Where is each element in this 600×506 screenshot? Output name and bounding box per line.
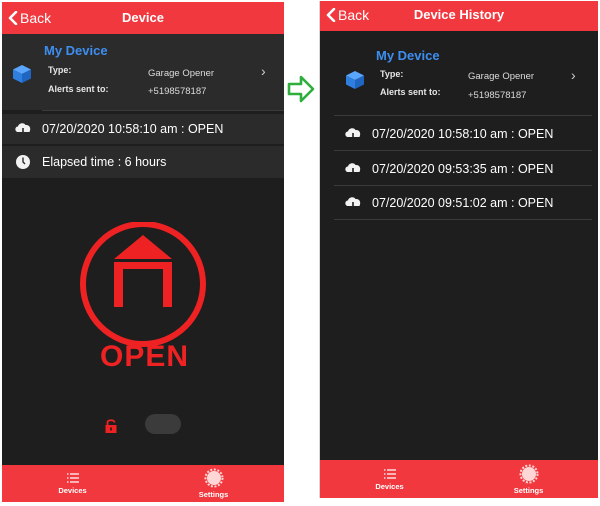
- type-value: Garage Opener: [468, 71, 535, 82]
- device-screen: Back Device My Device Type: Alerts sent …: [2, 2, 284, 502]
- tab-settings[interactable]: Settings: [459, 460, 598, 498]
- last-event-text: 07/20/2020 10:58:10 am : OPEN: [42, 122, 224, 136]
- elapsed-row: Elapsed time : 6 hours: [2, 146, 284, 178]
- divider: [334, 115, 592, 116]
- gear-icon: [204, 468, 223, 488]
- tab-settings-label: Settings: [513, 485, 544, 495]
- lock-toggle[interactable]: [145, 414, 181, 434]
- tab-settings[interactable]: Settings: [143, 465, 284, 502]
- page-title: Device: [122, 10, 164, 25]
- last-event-row[interactable]: 07/20/2020 10:58:10 am : OPEN: [2, 114, 284, 144]
- cloud-download-icon: [342, 195, 364, 211]
- bottom-nav: Devices Settings: [320, 460, 598, 498]
- alerts-value: +5198578187: [148, 86, 207, 97]
- divider: [42, 110, 284, 111]
- alerts-label: Alerts sent to:: [48, 84, 109, 94]
- history-entry-text: 07/20/2020 10:58:10 am : OPEN: [372, 126, 554, 141]
- list-item[interactable]: 07/20/2020 09:53:35 am : OPEN: [320, 152, 598, 185]
- type-value: Garage Opener: [148, 68, 215, 79]
- lock-icon: [105, 419, 117, 433]
- device-name: My Device: [376, 48, 440, 63]
- cube-icon: [13, 65, 31, 83]
- status-text: OPEN: [100, 340, 190, 373]
- list-icon: [66, 473, 79, 483]
- elapsed-text: Elapsed time : 6 hours: [42, 155, 167, 169]
- bottom-nav: Devices Settings: [2, 465, 284, 502]
- tab-settings-label: Settings: [198, 490, 229, 499]
- garage-open-icon: [80, 222, 206, 347]
- list-item[interactable]: 07/20/2020 10:58:10 am : OPEN: [320, 117, 598, 150]
- chevron-right-icon: ›: [571, 67, 576, 83]
- chevron-right-icon: ›: [261, 63, 266, 79]
- device-name: My Device: [44, 43, 108, 58]
- top-bar: Back Device History: [320, 1, 598, 31]
- device-card[interactable]: My Device Type: Alerts sent to: Garage O…: [320, 31, 598, 115]
- type-label: Type:: [380, 69, 404, 79]
- tab-devices-label: Devices: [58, 486, 87, 495]
- history-entry-text: 07/20/2020 09:53:35 am : OPEN: [372, 161, 554, 176]
- history-entry-text: 07/20/2020 09:51:02 am : OPEN: [372, 195, 554, 210]
- alerts-label: Alerts sent to:: [380, 87, 441, 97]
- cloud-download-icon: [12, 121, 34, 137]
- top-bar: Back Device: [2, 2, 284, 34]
- tab-devices[interactable]: Devices: [2, 465, 143, 502]
- alerts-value: +5198578187: [468, 90, 527, 101]
- device-history-screen: Back Device History My Device Type: Aler…: [319, 1, 598, 498]
- transition-arrow-icon: [287, 75, 315, 103]
- clock-icon: [12, 154, 34, 170]
- cloud-download-icon: [342, 126, 364, 142]
- gear-icon: [519, 464, 538, 483]
- cloud-download-icon: [342, 161, 364, 177]
- list-item[interactable]: 07/20/2020 09:51:02 am : OPEN: [320, 186, 598, 219]
- divider: [334, 150, 592, 151]
- page-title: Device History: [413, 7, 505, 22]
- divider: [334, 219, 592, 220]
- list-icon: [383, 468, 396, 479]
- tab-devices[interactable]: Devices: [320, 460, 459, 498]
- type-label: Type:: [48, 65, 72, 75]
- tab-devices-label: Devices: [375, 481, 404, 491]
- cube-icon: [346, 71, 364, 89]
- device-card[interactable]: My Device Type: Alerts sent to: Garage O…: [2, 34, 284, 110]
